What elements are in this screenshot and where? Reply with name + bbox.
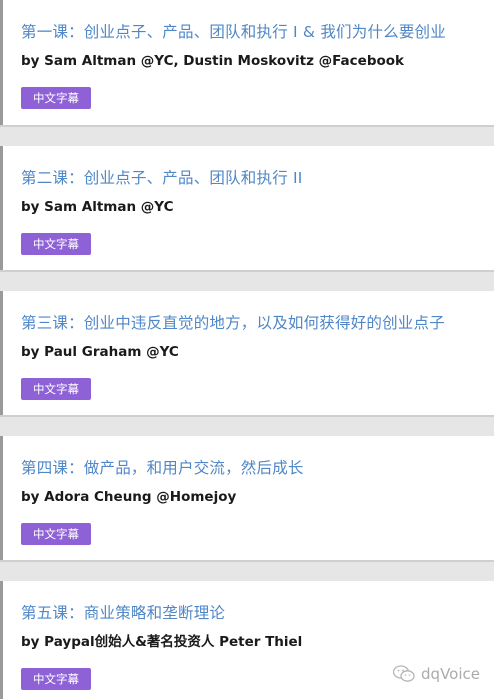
card-edge: [0, 146, 3, 270]
card-edge: [0, 291, 3, 415]
subtitle-badge-3[interactable]: 中文字幕: [21, 378, 91, 400]
subtitle-badge-4[interactable]: 中文字幕: [21, 523, 91, 545]
lesson-card-5[interactable]: 第五课：商业策略和垄断理论 by Paypal创始人&著名投资人 Peter T…: [0, 581, 494, 699]
subtitle-badge-5[interactable]: 中文字幕: [21, 668, 91, 690]
lesson-title-2[interactable]: 第二课：创业点子、产品、团队和执行 II: [21, 167, 303, 189]
lesson-author-3: by Paul Graham @YC: [21, 344, 179, 360]
card-edge: [0, 0, 3, 125]
lesson-title-5[interactable]: 第五课：商业策略和垄断理论: [21, 602, 225, 624]
lesson-list: 第一课：创业点子、产品、团队和执行 I & 我们为什么要创业 by Sam Al…: [0, 0, 494, 699]
lesson-card-3[interactable]: 第三课：创业中违反直觉的地方，以及如何获得好的创业点子 by Paul Grah…: [0, 291, 494, 417]
lesson-title-1[interactable]: 第一课：创业点子、产品、团队和执行 I & 我们为什么要创业: [21, 21, 446, 43]
lesson-card-1[interactable]: 第一课：创业点子、产品、团队和执行 I & 我们为什么要创业 by Sam Al…: [0, 0, 494, 127]
card-edge: [0, 436, 3, 560]
lesson-author-5: by Paypal创始人&著名投资人 Peter Thiel: [21, 634, 303, 650]
lesson-author-2: by Sam Altman @YC: [21, 199, 174, 215]
lesson-author-4: by Adora Cheung @Homejoy: [21, 489, 237, 505]
lesson-title-4[interactable]: 第四课：做产品，和用户交流，然后成长: [21, 457, 304, 479]
lesson-title-3[interactable]: 第三课：创业中违反直觉的地方，以及如何获得好的创业点子: [21, 312, 445, 334]
lesson-author-1: by Sam Altman @YC, Dustin Moskovitz @Fac…: [21, 53, 405, 69]
lesson-card-4[interactable]: 第四课：做产品，和用户交流，然后成长 by Adora Cheung @Home…: [0, 436, 494, 562]
subtitle-badge-1[interactable]: 中文字幕: [21, 87, 91, 109]
card-edge: [0, 581, 3, 699]
subtitle-badge-2[interactable]: 中文字幕: [21, 233, 91, 255]
lesson-card-2[interactable]: 第二课：创业点子、产品、团队和执行 II by Sam Altman @YC 中…: [0, 146, 494, 272]
